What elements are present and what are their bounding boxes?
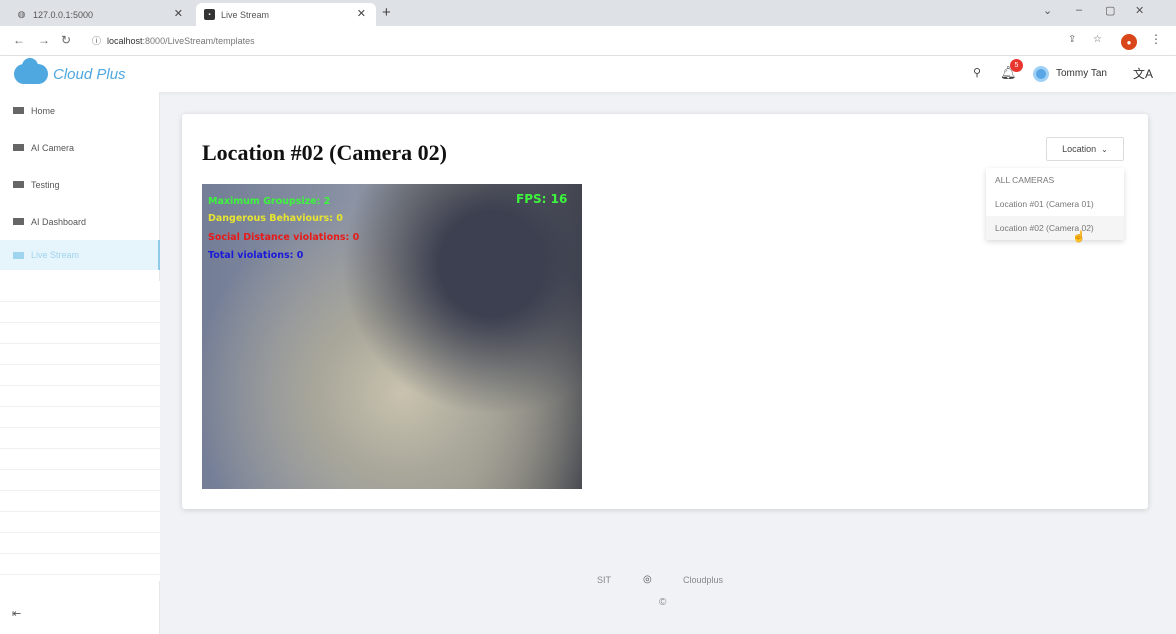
translate-icon[interactable]: 文A	[1133, 65, 1153, 82]
menu-icon	[13, 251, 24, 259]
location-dropdown-menu: ALL CAMERAS Location #01 (Camera 01) Loc…	[986, 168, 1124, 240]
bookmark-star-icon[interactable]: ☆	[1093, 34, 1102, 45]
url-host: localhost	[107, 35, 143, 46]
live-stream-card: Location #02 (Camera 02) Location ⌄ ALL …	[182, 114, 1148, 509]
search-icon[interactable]: ⚲	[973, 66, 981, 79]
avatar[interactable]	[1033, 66, 1049, 82]
dropdown-item-location-02[interactable]: Location #02 (Camera 02)	[986, 216, 1124, 240]
overlay-fps: FPS: 16	[516, 192, 568, 206]
overlay-social-distance: Social Distance violations: 0	[208, 232, 360, 243]
url-path: :8000/LiveStream/templates	[142, 35, 255, 46]
copyright-mark: ©	[659, 597, 667, 608]
logo[interactable]: Cloud Plus	[14, 58, 126, 84]
sidebar-item-home[interactable]: Home	[0, 92, 160, 129]
minimize-icon[interactable]: –	[1076, 4, 1082, 16]
tab-search-icon[interactable]: ⌄	[1043, 4, 1052, 17]
tab-label: 127.0.0.1:5000	[33, 9, 94, 20]
cloud-logo-icon	[14, 58, 48, 84]
location-dropdown-button[interactable]: Location ⌄	[1046, 137, 1124, 161]
sidebar-item-label: AI Dashboard	[31, 216, 87, 227]
menu-icon	[13, 181, 24, 188]
logo-text: Cloud Plus	[53, 65, 126, 83]
collapse-menu-icon[interactable]: ⇤	[12, 607, 21, 620]
sidebar: Home AI Camera Testing AI Dashboard Live…	[0, 92, 160, 634]
menu-icon	[13, 107, 24, 114]
forward-icon[interactable]: →	[38, 33, 50, 47]
sidebar-item-testing[interactable]: Testing	[0, 166, 160, 203]
share-icon[interactable]: ⇪	[1068, 34, 1076, 45]
username[interactable]: Tommy Tan	[1056, 68, 1107, 79]
close-window-icon[interactable]: ✕	[1135, 4, 1144, 17]
dropdown-item-all-cameras[interactable]: ALL CAMERAS	[986, 168, 1124, 192]
maximize-icon[interactable]: ▢	[1105, 4, 1115, 17]
close-tab-icon[interactable]: ✕	[357, 7, 366, 20]
new-tab-icon[interactable]: +	[382, 4, 391, 21]
menu-kebab-icon[interactable]: ⋮	[1150, 32, 1162, 46]
sidebar-item-ai-dashboard[interactable]: AI Dashboard	[0, 203, 160, 240]
url-field[interactable]: ⓘ localhost:8000/LiveStream/templates	[82, 30, 1152, 51]
sidebar-item-live-stream[interactable]: Live Stream	[0, 240, 160, 270]
app-header: Cloud Plus ⚲ 🔔︎ 5 Tommy Tan 文A	[0, 56, 1176, 92]
sidebar-item-label: Live Stream	[31, 250, 80, 260]
profile-icon[interactable]: ●	[1121, 34, 1137, 50]
browser-tab-1[interactable]: ◍ 127.0.0.1:5000 ✕	[8, 3, 193, 26]
reload-icon[interactable]: ↻	[61, 33, 71, 47]
dropdown-item-location-01[interactable]: Location #01 (Camera 01)	[986, 192, 1124, 216]
menu-icon	[13, 144, 24, 151]
chevron-down-icon: ⌄	[1101, 144, 1108, 154]
overlay-total-violations: Total violations: 0	[208, 250, 304, 261]
video-stream[interactable]: Maximum Groupsize: 2 Dangerous Behaviour…	[202, 184, 582, 489]
sidebar-item-label: AI Camera	[31, 142, 75, 153]
globe-icon: ◍	[17, 9, 26, 19]
location-button-label: Location	[1062, 144, 1097, 154]
overlay-max-groupsize: Maximum Groupsize: 2	[208, 196, 331, 207]
sidebar-item-label: Testing	[31, 179, 60, 190]
browser-tab-2[interactable]: ▪ Live Stream ✕	[196, 3, 376, 26]
browser-tab-bar: ◍ 127.0.0.1:5000 ✕ ▪ Live Stream ✕ + ⌄ –…	[0, 0, 1176, 26]
info-icon[interactable]: ⓘ	[92, 34, 101, 47]
sidebar-item-ai-camera[interactable]: AI Camera	[0, 129, 160, 166]
site-icon: ▪	[204, 9, 215, 20]
back-icon[interactable]: ←	[13, 33, 25, 47]
page-title: Location #02 (Camera 02)	[202, 140, 448, 165]
sidebar-empty-rows	[0, 281, 160, 581]
sidebar-item-label: Home	[31, 105, 56, 116]
notification-badge: 5	[1010, 59, 1023, 72]
menu-icon	[13, 218, 24, 225]
overlay-dangerous-behaviours: Dangerous Behaviours: 0	[208, 213, 343, 224]
address-bar: ← → ↻ ⓘ localhost:8000/LiveStream/templa…	[0, 26, 1176, 56]
footer-link-sit[interactable]: SIT	[597, 575, 611, 585]
tab-label: Live Stream	[221, 9, 270, 20]
close-tab-icon[interactable]: ✕	[174, 7, 183, 20]
footer-link-cloudplus[interactable]: Cloudplus	[683, 575, 723, 585]
github-icon[interactable]: ◎	[643, 574, 652, 585]
mouse-cursor-icon: ☝	[1072, 231, 1086, 243]
